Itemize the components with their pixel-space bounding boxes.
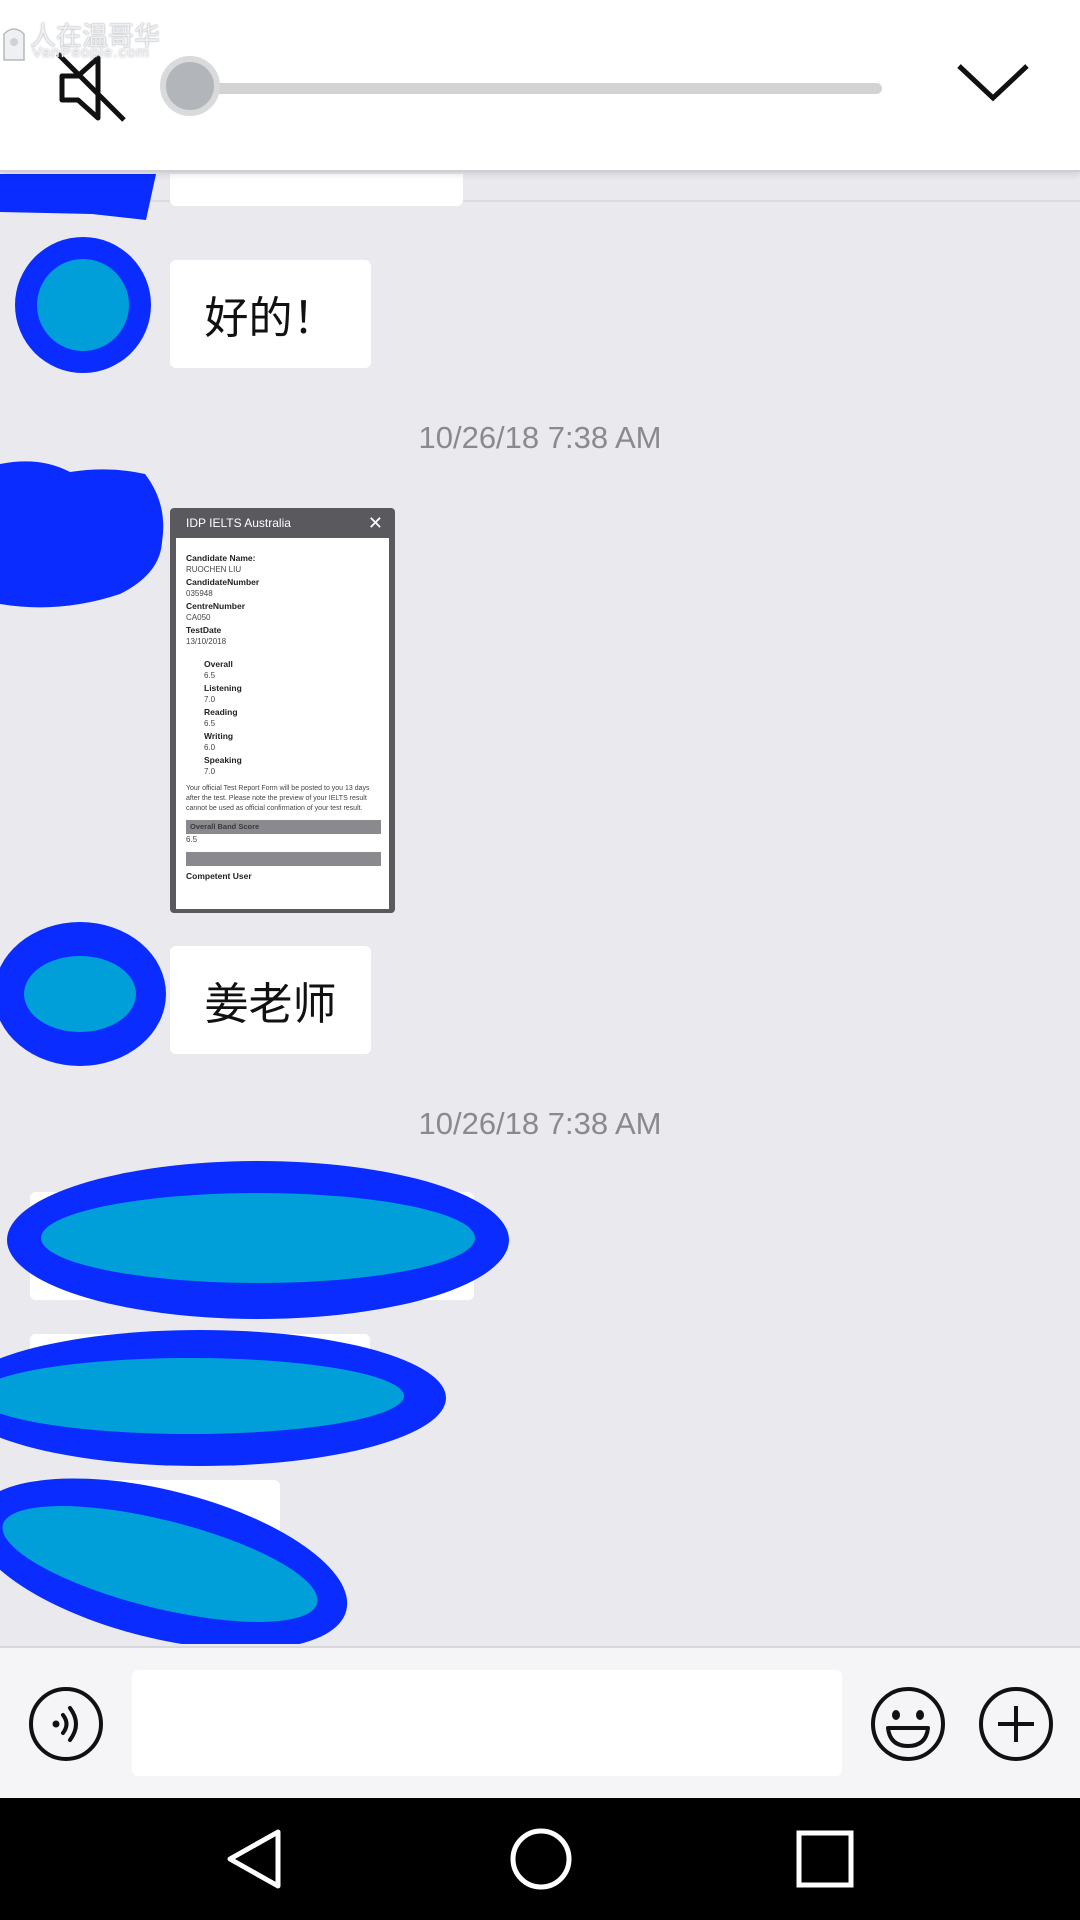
emoji-icon xyxy=(871,1687,945,1761)
watermark-url: VanPeople.com xyxy=(32,44,150,61)
redaction-scribbles xyxy=(0,174,509,1644)
nav-home-button[interactable] xyxy=(508,1826,574,1892)
emoji-button[interactable] xyxy=(868,1684,948,1764)
system-nav-bar xyxy=(0,1798,1080,1920)
message-input[interactable] xyxy=(132,1670,842,1776)
more-options-button[interactable] xyxy=(976,1684,1056,1764)
watermark-logo-icon xyxy=(3,28,25,61)
top-bar: 人在温哥华 VanPeople.com xyxy=(0,0,1080,172)
voice-input-icon xyxy=(29,1687,103,1761)
chat-area[interactable]: 好的！ 10/26/18 7:38 AM IDP IELTS Australia… xyxy=(0,174,1080,1644)
watermark: 人在温哥华 VanPeople.com xyxy=(0,16,160,66)
slider-track xyxy=(190,83,882,94)
message-input-bar xyxy=(0,1646,1080,1798)
slider-thumb[interactable] xyxy=(160,56,220,116)
chevron-down-icon xyxy=(957,64,1029,102)
home-circle-icon xyxy=(510,1828,572,1890)
back-triangle-icon xyxy=(227,1829,281,1889)
nav-recent-apps-button[interactable] xyxy=(794,1826,856,1892)
nav-back-button[interactable] xyxy=(224,1826,284,1892)
voice-input-button[interactable] xyxy=(26,1684,106,1764)
audio-progress-slider[interactable] xyxy=(160,56,882,116)
collapse-button[interactable] xyxy=(955,52,1031,112)
recent-apps-square-icon xyxy=(796,1830,854,1888)
plus-icon xyxy=(979,1687,1053,1761)
